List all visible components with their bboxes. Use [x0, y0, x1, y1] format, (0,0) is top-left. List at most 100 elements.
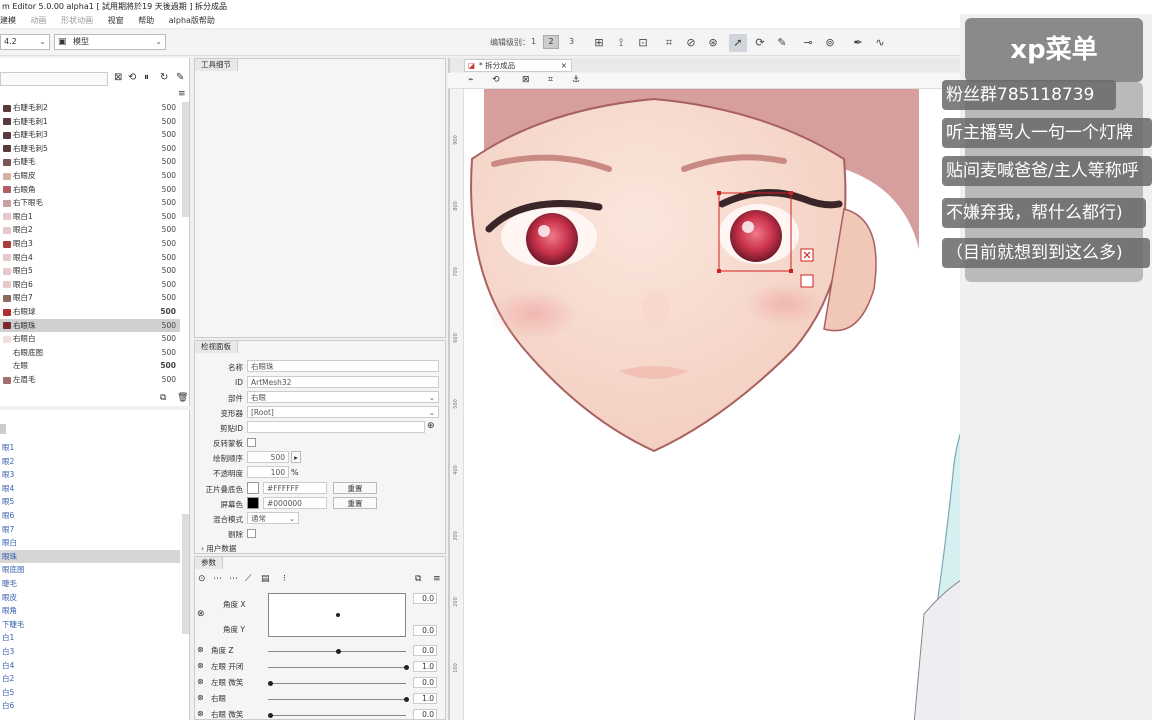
- deformer-row[interactable]: 眼2: [0, 455, 180, 468]
- menu-icon[interactable]: ≡: [178, 89, 186, 99]
- close-icon[interactable]: ⊠: [114, 72, 122, 83]
- layer-row[interactable]: 眼白2 500: [0, 223, 180, 236]
- layer-row[interactable]: 右睫毛刺3 500: [0, 128, 180, 141]
- parts-scrollbar[interactable]: [182, 102, 189, 217]
- link-param-icon[interactable]: ⊗: [197, 609, 205, 619]
- left-eye-open-value[interactable]: 1.0: [413, 661, 437, 672]
- angle-x-value[interactable]: 0.0: [413, 593, 437, 604]
- close-icon[interactable]: ×: [561, 60, 567, 72]
- layer-row[interactable]: 右眼球 500: [0, 305, 180, 318]
- angle-y-value[interactable]: 0.0: [413, 625, 437, 636]
- deformer-row[interactable]: 眼7: [0, 523, 180, 536]
- right-eye-slider[interactable]: [268, 699, 406, 700]
- deformer-row[interactable]: 眼4: [0, 482, 180, 495]
- layer-row[interactable]: 左眼 500: [0, 359, 180, 372]
- layer-row[interactable]: 右睫毛刺5 500: [0, 142, 180, 155]
- deformer-row[interactable]: 眼皮: [0, 591, 180, 604]
- deformer-row[interactable]: 眼1: [0, 441, 180, 454]
- deform-icon[interactable]: ⌗: [660, 34, 678, 52]
- menu-alpha-help[interactable]: alpha版帮助: [169, 16, 215, 25]
- selection-handle[interactable]: [789, 269, 793, 273]
- glue-icon[interactable]: ⊘: [682, 34, 700, 52]
- edit-level-1[interactable]: 1: [531, 37, 536, 46]
- fit-icon[interactable]: ⊠: [522, 75, 530, 85]
- link-param-icon[interactable]: ⊗: [197, 709, 204, 718]
- culling-checkbox[interactable]: [247, 529, 256, 538]
- layer-row[interactable]: 右眼皮 500: [0, 169, 180, 182]
- grid-icon[interactable]: ⌗: [548, 75, 553, 85]
- deformer-row[interactable]: 白4: [0, 659, 180, 672]
- auto-mesh-icon[interactable]: ⟟: [612, 34, 630, 52]
- screen-reset-button[interactable]: 重置: [333, 497, 377, 509]
- layer-row[interactable]: 眼白6 500: [0, 278, 180, 291]
- menu-modeling[interactable]: 建模: [0, 16, 16, 25]
- left-eye-smile-slider[interactable]: [268, 683, 406, 684]
- menu-view[interactable]: 视窗: [108, 16, 124, 25]
- version-dropdown[interactable]: 4.2 ⌄: [0, 34, 50, 50]
- right-eye-smile-value[interactable]: 0.0: [413, 709, 437, 720]
- invert-mask-checkbox[interactable]: [247, 438, 256, 447]
- layer-row[interactable]: 眼白1 500: [0, 210, 180, 223]
- layer-row[interactable]: 右眼珠 500: [0, 318, 180, 332]
- multiply-color-field[interactable]: #FFFFFF: [263, 482, 327, 494]
- deformer-row[interactable]: 眼角: [0, 604, 180, 617]
- draw-order-stepper[interactable]: ▸: [291, 451, 301, 463]
- right-eye-smile-slider[interactable]: [268, 715, 406, 716]
- reset-icon[interactable]: ⟲: [492, 75, 500, 85]
- layer-row[interactable]: 右睫毛 500: [0, 155, 180, 168]
- angle-xy-pad[interactable]: [268, 593, 406, 637]
- pin-icon[interactable]: ⊸: [799, 34, 817, 52]
- angle-z-knob[interactable]: [336, 649, 341, 654]
- pause-icon[interactable]: ⏸: [144, 72, 149, 83]
- curve-icon[interactable]: ∿: [871, 34, 889, 52]
- edit-level-3[interactable]: 3: [569, 37, 574, 46]
- layer-row[interactable]: 左眉毛 500: [0, 373, 180, 386]
- menu-help[interactable]: 帮助: [138, 16, 154, 25]
- list-icon[interactable]: ⁝: [283, 574, 286, 584]
- parameters-tab[interactable]: 参数: [195, 557, 223, 569]
- selection-handle[interactable]: [717, 269, 721, 273]
- screen-color-swatch[interactable]: [247, 497, 259, 509]
- link-param-icon[interactable]: ⊗: [197, 677, 204, 686]
- right-eye-knob[interactable]: [404, 697, 409, 702]
- link-param-icon[interactable]: ⊗: [197, 693, 204, 702]
- deformer-row[interactable]: 眼6: [0, 509, 180, 522]
- grid-icon[interactable]: ▤: [261, 574, 270, 584]
- deformer-row[interactable]: 下睫毛: [0, 618, 180, 631]
- key-remove-icon[interactable]: ⋯: [229, 574, 238, 584]
- deformer-row[interactable]: 白5: [0, 686, 180, 699]
- link-icon[interactable]: ⟲: [128, 72, 136, 83]
- opacity-field[interactable]: 100: [247, 466, 289, 478]
- name-field[interactable]: 右眼珠: [247, 360, 439, 372]
- copy-icon[interactable]: ⧉: [160, 393, 166, 403]
- deformer-select[interactable]: [Root] ⌄: [247, 406, 439, 418]
- layer-row[interactable]: 右下眼毛 500: [0, 196, 180, 209]
- edit-icon[interactable]: ⟋: [245, 574, 251, 584]
- link-param-icon[interactable]: ⊗: [197, 645, 204, 654]
- angle-xy-knob[interactable]: [336, 613, 340, 617]
- play-icon[interactable]: ⊙: [198, 574, 206, 584]
- mode-dropdown[interactable]: ▣ 模型 ⌄: [54, 34, 166, 50]
- menu-form-animation[interactable]: 形状动画: [61, 16, 93, 25]
- deformer-row[interactable]: 眼3: [0, 468, 180, 481]
- right-eye-smile-knob[interactable]: [268, 713, 273, 718]
- draw-order-field[interactable]: 500: [247, 451, 289, 463]
- blend-mode-select[interactable]: 通常 ⌄: [247, 512, 299, 524]
- brush-select-icon[interactable]: ✎: [773, 34, 791, 52]
- id-field[interactable]: ArtMesh32: [247, 376, 439, 388]
- layer-row[interactable]: 右眼底图 500: [0, 346, 180, 359]
- visibility-icon[interactable]: ⌁: [468, 75, 473, 85]
- deformer-scrollbar[interactable]: [182, 514, 189, 634]
- deformer-row[interactable]: 白2: [0, 672, 180, 685]
- mesh-edit-icon[interactable]: ⊞: [590, 34, 608, 52]
- key-add-icon[interactable]: ⋯: [213, 574, 222, 584]
- parts-search-input[interactable]: [0, 72, 108, 86]
- lasso-icon[interactable]: ⟳: [751, 34, 769, 52]
- selection-handle[interactable]: [789, 191, 793, 195]
- multiply-color-swatch[interactable]: [247, 482, 259, 494]
- model-canvas[interactable]: [464, 89, 960, 720]
- rotate-pin-icon[interactable]: ⊚: [821, 34, 839, 52]
- layer-row[interactable]: 右眼白 500: [0, 332, 180, 345]
- left-eye-smile-knob[interactable]: [268, 681, 273, 686]
- deformer-row[interactable]: 眼底图: [0, 563, 180, 576]
